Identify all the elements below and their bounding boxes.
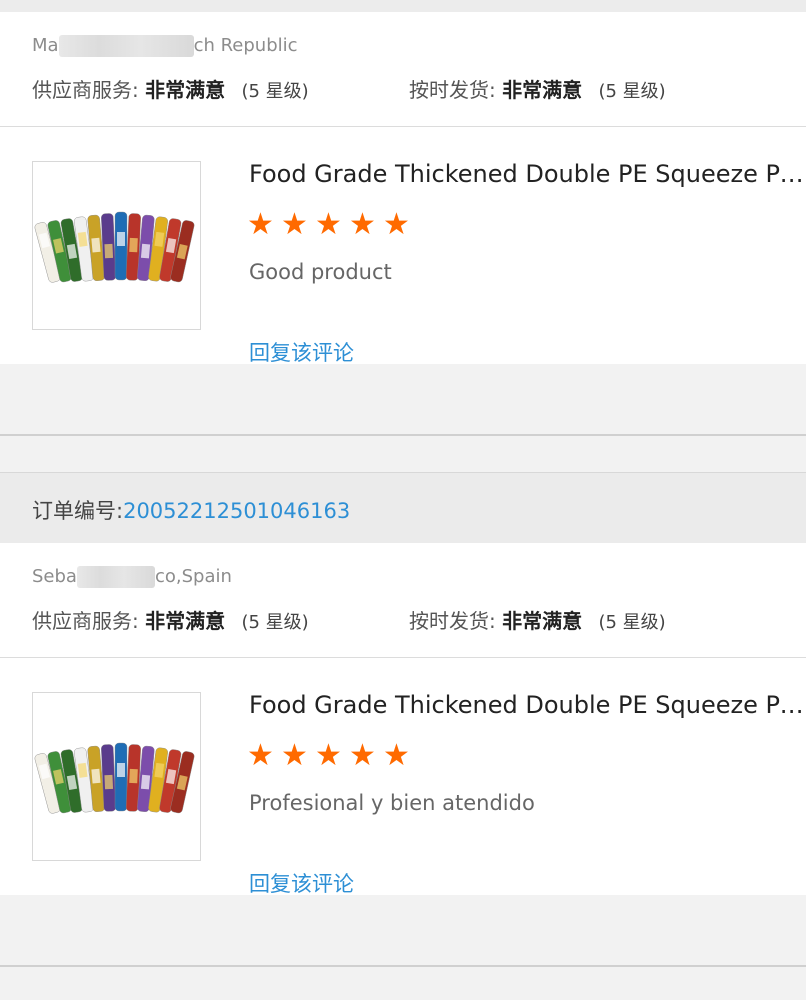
tube-label xyxy=(140,243,151,259)
on-time-value: 非常满意 xyxy=(502,609,583,633)
location-suffix: co,Spain xyxy=(154,566,232,587)
buyer-location: Seba co,Spain xyxy=(32,566,232,588)
on-time-group: 按时发货: 非常满意 (5 星级) xyxy=(409,74,666,103)
product-thumbnail[interactable] xyxy=(32,161,201,330)
order-number-label: 订单编号: xyxy=(32,499,124,523)
on-time-label: 按时发货: xyxy=(409,609,496,633)
supplier-service-value: 非常满意 xyxy=(145,609,226,633)
divider xyxy=(0,657,806,658)
product-image xyxy=(34,742,195,814)
tube-label xyxy=(117,232,125,246)
tube-label xyxy=(117,763,125,777)
tube-label xyxy=(104,774,114,790)
supplier-service-label: 供应商服务: xyxy=(32,78,139,102)
star-icon: ★ xyxy=(383,207,410,242)
divider xyxy=(0,126,806,127)
star-icon: ★ xyxy=(247,207,274,242)
on-time-label: 按时发货: xyxy=(409,78,496,102)
star-icon: ★ xyxy=(349,207,376,242)
tube-label xyxy=(129,237,138,253)
on-time-group: 按时发货: 非常满意 (5 星级) xyxy=(409,605,666,634)
product-thumbnail[interactable] xyxy=(32,692,201,861)
star-icon: ★ xyxy=(247,738,274,773)
star-icon: ★ xyxy=(281,738,308,773)
supplier-service-level: (5 星级) xyxy=(241,612,309,633)
tube-label xyxy=(129,768,138,784)
star-icon: ★ xyxy=(315,207,342,242)
location-prefix: Seba xyxy=(32,566,77,587)
product-title[interactable]: Food Grade Thickened Double PE Squeeze P… xyxy=(249,691,806,719)
review-card: Ma ch Republic 供应商服务: 非常满意 (5 星级) 按时发货: 非… xyxy=(0,12,806,367)
section-separator xyxy=(0,965,806,967)
order-number-link[interactable]: 20052212501046163 xyxy=(123,499,350,523)
reply-review-link[interactable]: 回复该评论 xyxy=(249,337,354,367)
star-icon: ★ xyxy=(315,738,342,773)
redacted-blur xyxy=(76,566,155,588)
section-separator xyxy=(0,434,806,436)
tube-label xyxy=(91,768,101,784)
on-time-level: (5 星级) xyxy=(598,81,666,102)
tube-label xyxy=(104,243,114,259)
redacted-blur xyxy=(58,35,194,57)
star-icon: ★ xyxy=(349,738,376,773)
star-icon: ★ xyxy=(281,207,308,242)
review-comment: Profesional y bien atendido xyxy=(249,791,535,815)
order-header: 订单编号:20052212501046163 xyxy=(0,472,806,543)
star-icon: ★ xyxy=(383,738,410,773)
location-prefix: Ma xyxy=(32,35,59,56)
reply-review-link[interactable]: 回复该评论 xyxy=(249,868,354,898)
order-number-row: 订单编号:20052212501046163 xyxy=(32,495,350,525)
buyer-location: Ma ch Republic xyxy=(32,35,298,57)
star-rating: ★ ★ ★ ★ ★ xyxy=(247,741,417,773)
on-time-level: (5 星级) xyxy=(598,612,666,633)
on-time-value: 非常满意 xyxy=(502,78,583,102)
star-rating: ★ ★ ★ ★ ★ xyxy=(247,210,417,242)
review-comment: Good product xyxy=(249,260,392,284)
product-title[interactable]: Food Grade Thickened Double PE Squeeze P… xyxy=(249,160,806,188)
review-card: Seba co,Spain 供应商服务: 非常满意 (5 星级) 按时发货: 非常… xyxy=(0,543,806,898)
product-image xyxy=(34,211,195,283)
top-background-strip xyxy=(0,0,806,12)
supplier-service-label: 供应商服务: xyxy=(32,609,139,633)
supplier-service-level: (5 星级) xyxy=(241,81,309,102)
tube-label xyxy=(91,237,101,253)
rating-row: 供应商服务: 非常满意 (5 星级) 按时发货: 非常满意 (5 星级) xyxy=(32,605,666,634)
location-suffix: ch Republic xyxy=(193,35,298,56)
supplier-service-value: 非常满意 xyxy=(145,78,226,102)
rating-row: 供应商服务: 非常满意 (5 星级) 按时发货: 非常满意 (5 星级) xyxy=(32,74,666,103)
tube-label xyxy=(140,774,151,790)
